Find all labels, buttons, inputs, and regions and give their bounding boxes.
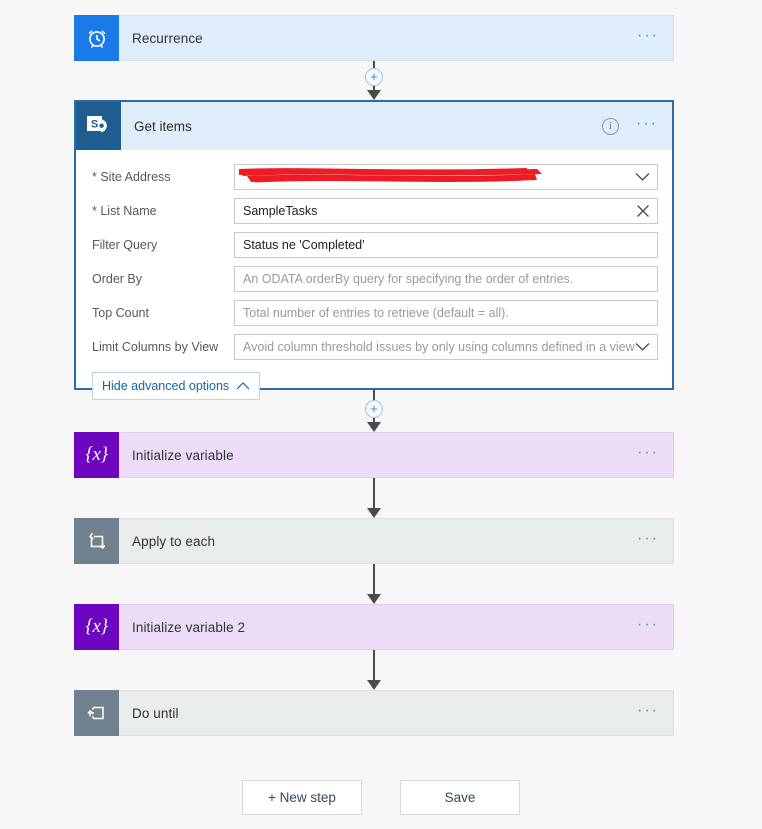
flow-step-title: Recurrence xyxy=(132,30,203,46)
flow-step-do-until-body[interactable]: Do until ··· xyxy=(119,690,674,736)
new-step-button[interactable]: + New step xyxy=(242,780,362,815)
chevron-down-icon[interactable] xyxy=(635,173,650,182)
overflow-menu-icon[interactable]: ··· xyxy=(637,616,659,634)
connector-initvar2-to-dountil xyxy=(367,650,381,690)
form-row-filter-query: Filter Query Status ne 'Completed' xyxy=(84,228,658,262)
form-row-site-address: * Site Address xyxy=(84,160,658,194)
flow-step-initialize-variable-body[interactable]: Initialize variable ··· xyxy=(119,432,674,478)
flow-step-initialize-variable-2[interactable]: {x} Initialize variable 2 ··· xyxy=(74,604,674,650)
label-order-by: Order By xyxy=(92,272,143,286)
order-by-placeholder: An ODATA orderBy query for specifying th… xyxy=(243,272,574,286)
chevron-down-icon[interactable] xyxy=(635,343,650,352)
info-icon[interactable]: i xyxy=(602,117,620,135)
overflow-menu-icon[interactable]: ··· xyxy=(637,27,659,45)
form-row-order-by: Order By An ODATA orderBy query for spec… xyxy=(84,262,658,296)
flow-step-initialize-variable-2-body[interactable]: Initialize variable 2 ··· xyxy=(119,604,674,650)
variable-icon: {x} xyxy=(74,604,119,650)
add-step-button-1[interactable]: + xyxy=(365,68,383,86)
flow-step-get-items[interactable]: S Get items i ··· * Site Address * List … xyxy=(74,100,674,400)
flow-step-apply-to-each-body[interactable]: Apply to each ··· xyxy=(119,518,674,564)
overflow-menu-icon[interactable]: ··· xyxy=(636,115,658,133)
limit-columns-by-view-placeholder: Avoid column threshold issues by only us… xyxy=(243,340,635,354)
site-address-input[interactable] xyxy=(234,164,658,190)
filter-query-input[interactable]: Status ne 'Completed' xyxy=(234,232,658,258)
alarm-clock-icon xyxy=(74,15,119,61)
form-row-top-count: Top Count Total number of entries to ret… xyxy=(84,296,658,330)
flow-step-apply-to-each[interactable]: Apply to each ··· xyxy=(74,518,674,564)
connector-initvar-to-applyeach xyxy=(367,478,381,518)
list-name-input[interactable]: SampleTasks xyxy=(234,198,658,224)
flow-step-title: Initialize variable 2 xyxy=(132,619,246,635)
flow-step-title: Do until xyxy=(132,705,179,721)
list-name-value: SampleTasks xyxy=(243,204,318,218)
save-button[interactable]: Save xyxy=(400,780,520,815)
label-limit-columns-by-view: Limit Columns by View xyxy=(92,340,219,354)
connector-applyeach-to-initvar2 xyxy=(367,564,381,604)
top-count-placeholder: Total number of entries to retrieve (def… xyxy=(243,306,509,320)
chevron-up-icon xyxy=(236,379,250,393)
redaction-scribble xyxy=(238,168,542,183)
footer-actions: + New step Save xyxy=(0,780,762,815)
form-row-limit-columns-by-view: Limit Columns by View Avoid column thres… xyxy=(84,330,658,364)
flow-step-recurrence-body[interactable]: Recurrence ··· xyxy=(119,15,674,61)
hide-advanced-options-label: Hide advanced options xyxy=(102,379,230,393)
flow-step-recurrence[interactable]: Recurrence ··· xyxy=(74,15,674,61)
overflow-menu-icon[interactable]: ··· xyxy=(637,702,659,720)
filter-query-value: Status ne 'Completed' xyxy=(243,238,365,252)
overflow-menu-icon[interactable]: ··· xyxy=(637,530,659,548)
flow-step-initialize-variable[interactable]: {x} Initialize variable ··· xyxy=(74,432,674,478)
get-items-header[interactable]: S Get items i ··· xyxy=(76,102,672,150)
do-until-icon xyxy=(74,690,119,736)
limit-columns-by-view-select[interactable]: Avoid column threshold issues by only us… xyxy=(234,334,658,360)
label-site-address: * Site Address xyxy=(92,170,171,184)
sharepoint-icon: S xyxy=(76,102,121,150)
get-items-header-body[interactable]: Get items i ··· xyxy=(121,102,672,150)
hide-advanced-options-button[interactable]: Hide advanced options xyxy=(92,372,261,400)
clear-x-icon[interactable] xyxy=(636,204,650,218)
order-by-input[interactable]: An ODATA orderBy query for specifying th… xyxy=(234,266,658,292)
get-items-form: * Site Address * List Name SampleTasks F… xyxy=(76,150,672,400)
loop-icon xyxy=(74,518,119,564)
top-count-input[interactable]: Total number of entries to retrieve (def… xyxy=(234,300,658,326)
flow-step-title: Initialize variable xyxy=(132,447,234,463)
add-step-button-2[interactable]: + xyxy=(365,400,383,418)
form-row-list-name: * List Name SampleTasks xyxy=(84,194,658,228)
label-list-name: * List Name xyxy=(92,204,157,218)
flow-designer-canvas: Recurrence ··· + S Get items i ··· * Sit… xyxy=(0,0,762,829)
label-filter-query: Filter Query xyxy=(92,238,158,252)
flow-step-title: Apply to each xyxy=(132,533,216,549)
svg-text:S: S xyxy=(90,119,97,131)
variable-icon: {x} xyxy=(74,432,119,478)
overflow-menu-icon[interactable]: ··· xyxy=(637,444,659,462)
flow-step-do-until[interactable]: Do until ··· xyxy=(74,690,674,736)
flow-step-title: Get items xyxy=(134,118,192,134)
label-top-count: Top Count xyxy=(92,306,149,320)
